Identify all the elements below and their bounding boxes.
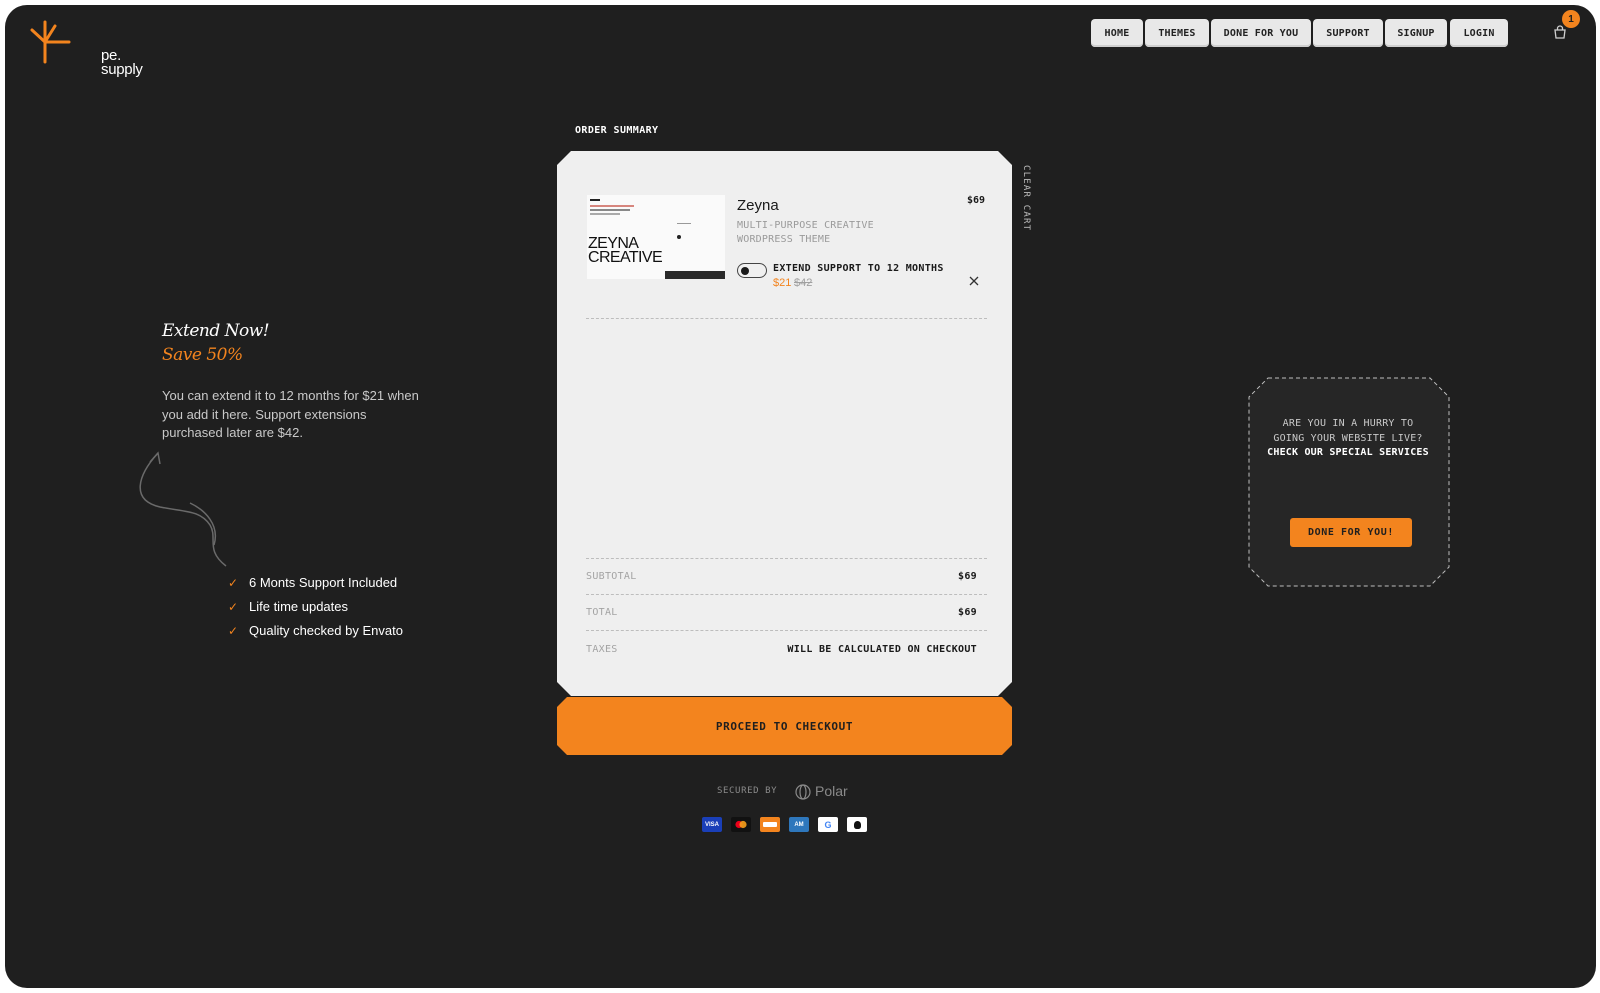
promo-text: You can extend it to 12 months for $21 w… — [162, 388, 419, 440]
done-for-you-button[interactable]: DONE FOR YOU! — [1290, 518, 1412, 547]
services-box — [1248, 377, 1450, 587]
thumbnail-title: ZEYNA CREATIVE — [588, 235, 663, 266]
close-icon[interactable] — [968, 275, 980, 287]
product-name: Zeyna — [737, 197, 779, 214]
nav-home[interactable]: HOME — [1091, 19, 1143, 47]
polar-logo-icon — [795, 784, 811, 800]
taxes-label: TAXES — [586, 644, 618, 655]
total-label: TOTAL — [586, 607, 618, 618]
product-price: $69 — [967, 195, 986, 206]
product-description: MULTI-PURPOSE CREATIVE WORDPRESS THEME — [737, 220, 874, 245]
extend-old-price: $42 — [794, 277, 813, 289]
nav-done-for-you[interactable]: DONE FOR YOU — [1211, 19, 1311, 47]
total-value: $69 — [958, 607, 977, 618]
cart-count-badge: 1 — [1562, 10, 1580, 28]
nav-signup[interactable]: SIGNUP — [1385, 19, 1447, 47]
feature-item: ✓ 6 Monts Support Included — [228, 575, 398, 590]
nav-support[interactable]: SUPPORT — [1313, 19, 1383, 47]
services-text: ARE YOU IN A HURRY TO GOING YOUR WEBSITE… — [1267, 417, 1429, 461]
taxes-value: WILL BE CALCULATED ON CHECKOUT — [787, 644, 977, 655]
discover-icon — [760, 817, 780, 832]
clear-cart-button[interactable]: CLEAR CART — [1021, 165, 1031, 231]
mastercard-icon — [731, 817, 751, 832]
divider — [586, 594, 987, 595]
logo-text: pe. supply — [101, 47, 143, 78]
check-icon: ✓ — [228, 575, 239, 590]
check-icon: ✓ — [228, 599, 239, 614]
promo-subtitle: Save 50% — [162, 345, 243, 365]
feature-item: ✓ Quality checked by Envato — [228, 623, 403, 638]
american-express-icon: AM — [789, 817, 809, 832]
product-thumbnail: ZEYNA CREATIVE — [587, 195, 725, 279]
divider — [586, 630, 987, 631]
google-pay-icon: G — [818, 817, 838, 832]
shopping-bag-icon[interactable] — [1553, 25, 1567, 39]
apple-pay-icon — [847, 817, 867, 832]
subtotal-label: SUBTOTAL — [586, 571, 637, 582]
check-icon: ✓ — [228, 623, 239, 638]
divider — [586, 318, 987, 319]
extend-support-label: EXTEND SUPPORT TO 12 MONTHS — [773, 263, 944, 274]
extend-support-toggle[interactable] — [737, 263, 767, 278]
subtotal-value: $69 — [958, 571, 977, 582]
proceed-to-checkout-button[interactable]: PROCEED TO CHECKOUT — [557, 697, 1012, 755]
divider — [586, 558, 987, 559]
logo[interactable]: pe. supply — [29, 18, 149, 77]
order-summary-label: ORDER SUMMARY — [575, 125, 659, 136]
services-highlight: CHECK OUR SPECIAL SERVICES — [1267, 447, 1429, 458]
curved-arrow-icon — [139, 451, 227, 567]
nav-themes[interactable]: THEMES — [1145, 19, 1209, 47]
visa-icon: VISA — [702, 817, 722, 832]
extend-price: $21 — [773, 277, 792, 289]
services-question: ARE YOU IN A HURRY TO GOING YOUR WEBSITE… — [1273, 418, 1423, 444]
secured-by-label: SECURED BY — [717, 786, 778, 796]
feature-item: ✓ Life time updates — [228, 599, 349, 614]
promo-title: Extend Now! — [162, 321, 270, 341]
app-frame: pe. supply HOME THEMES DONE FOR YOU SUPP… — [5, 5, 1596, 988]
polar-label: Polar — [815, 783, 848, 799]
logo-mark-icon — [30, 20, 71, 64]
nav-login[interactable]: LOGIN — [1450, 19, 1508, 47]
